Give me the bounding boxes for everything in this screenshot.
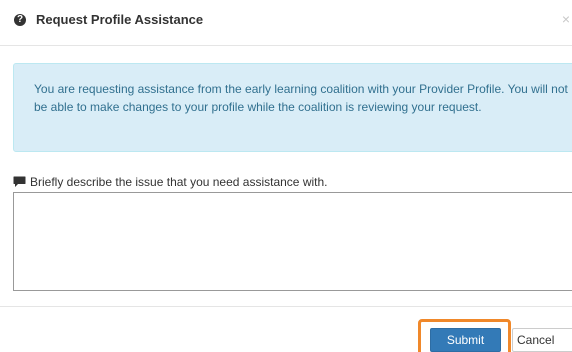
issue-field-label: Briefly describe the issue that you need… [13, 175, 328, 189]
request-assistance-modal: ? Request Profile Assistance × You are r… [0, 0, 572, 352]
submit-button[interactable]: Submit [430, 328, 501, 352]
issue-description-textarea[interactable] [13, 192, 572, 291]
modal-title: Request Profile Assistance [36, 12, 204, 27]
close-icon[interactable]: × [562, 11, 570, 27]
modal-header: ? Request Profile Assistance × [0, 0, 572, 46]
issue-field-label-text: Briefly describe the issue that you need… [30, 175, 328, 189]
comment-icon [13, 176, 26, 187]
info-alert: You are requesting assistance from the e… [13, 63, 572, 152]
question-circle-icon: ? [14, 14, 26, 26]
cancel-button[interactable]: Cancel [512, 328, 572, 352]
footer-divider [0, 306, 572, 307]
